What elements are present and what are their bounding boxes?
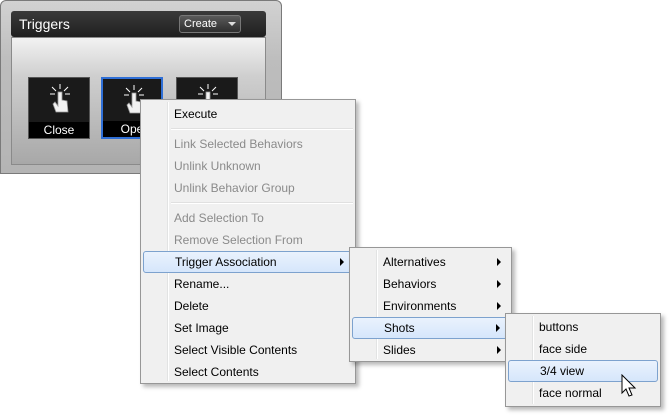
menu-item-label: Execute [174,107,218,121]
create-label: Create [184,18,218,30]
submenu-item-slides[interactable]: Slides [352,339,509,361]
submenu-item-environments[interactable]: Environments [352,295,509,317]
submenu-item-shots[interactable]: Shots [352,317,509,339]
association-submenu: Alternatives Behaviors Environments Shot… [349,247,512,362]
menu-item-rename[interactable]: Rename... [143,273,353,295]
submenu-item-behaviors[interactable]: Behaviors [352,273,509,295]
pointing-hand-icon [50,84,70,113]
menu-item-execute[interactable]: Execute [143,103,353,125]
menu-item-label: Alternatives [383,255,446,269]
menu-separator [171,202,353,204]
menu-item-label: Add Selection To [174,211,264,225]
menu-item-remove-selection-from[interactable]: Remove Selection From [143,229,353,251]
shot-item-buttons[interactable]: buttons [508,316,658,338]
submenu-arrow-icon [497,280,501,288]
menu-item-label: face normal [539,386,602,400]
context-menu: Execute Link Selected Behaviors Unlink U… [140,99,356,384]
tile-label: Close [29,122,89,138]
submenu-arrow-icon [497,346,501,354]
shot-item-face-side[interactable]: face side [508,338,658,360]
menu-item-delete[interactable]: Delete [143,295,353,317]
menu-item-select-contents[interactable]: Select Contents [143,361,353,383]
trigger-tile-close[interactable]: Close [28,77,90,139]
submenu-arrow-icon [340,258,344,266]
menu-item-label: Shots [384,321,415,335]
menu-item-label: face side [539,342,588,356]
menu-item-label: Environments [383,299,457,313]
submenu-item-alternatives[interactable]: Alternatives [352,251,509,273]
submenu-arrow-icon [496,324,500,332]
menu-item-link-selected-behaviors[interactable]: Link Selected Behaviors [143,133,353,155]
submenu-arrow-icon [497,258,501,266]
menu-item-label: Link Selected Behaviors [174,137,303,151]
submenu-arrow-icon [497,302,501,310]
panel-header: Triggers Create [11,11,266,37]
panel-title: Triggers [19,16,70,32]
menu-item-label: Unlink Behavior Group [174,181,295,195]
create-dropdown-button[interactable]: Create [179,15,241,33]
chevron-down-icon [228,22,236,26]
menu-item-label: buttons [539,320,579,334]
menu-item-label: Set Image [174,321,229,335]
menu-item-select-visible-contents[interactable]: Select Visible Contents [143,339,353,361]
menu-item-add-selection-to[interactable]: Add Selection To [143,207,353,229]
menu-item-label: Select Contents [174,365,259,379]
menu-item-label: Rename... [174,277,230,291]
menu-item-trigger-association[interactable]: Trigger Association [143,251,353,273]
menu-item-unlink-behavior-group[interactable]: Unlink Behavior Group [143,177,353,199]
menu-item-label: Select Visible Contents [174,343,298,357]
shots-submenu: buttons face side 3/4 view face normal [505,313,661,407]
menu-item-label: Slides [383,343,416,357]
menu-item-label: Remove Selection From [174,233,303,247]
mouse-cursor-icon [621,374,637,397]
menu-item-label: 3/4 view [540,364,585,378]
menu-item-label: Trigger Association [175,255,277,269]
menu-item-label: Behaviors [383,277,437,291]
menu-item-label: Unlink Unknown [174,159,261,173]
menu-item-label: Delete [174,299,209,313]
menu-item-unlink-unknown[interactable]: Unlink Unknown [143,155,353,177]
menu-separator [171,128,353,130]
menu-item-set-image[interactable]: Set Image [143,317,353,339]
